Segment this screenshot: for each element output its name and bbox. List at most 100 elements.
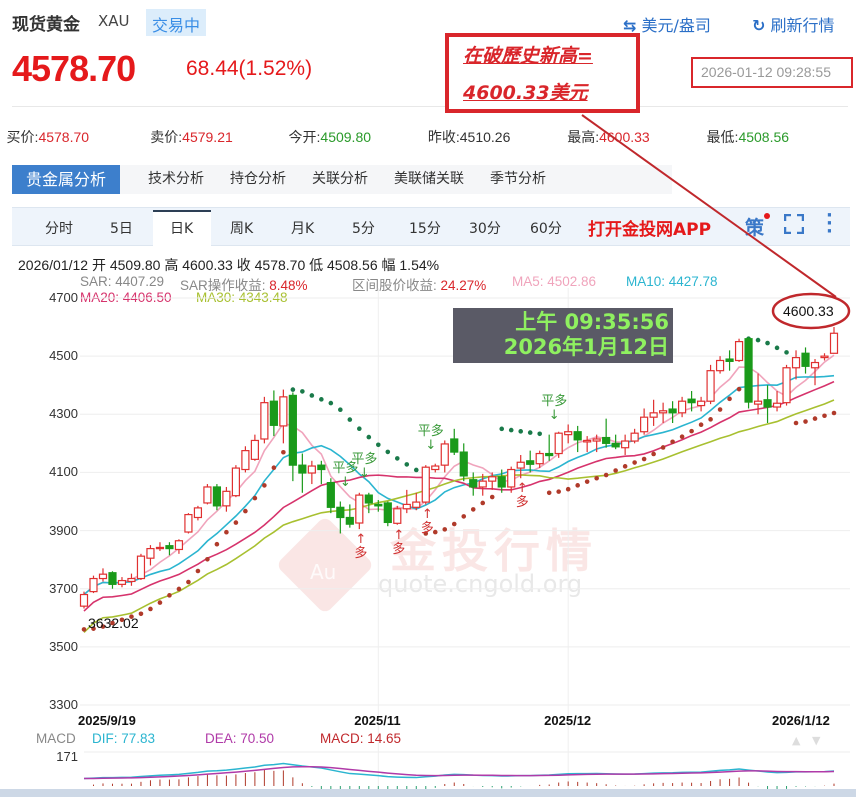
candle-down xyxy=(573,431,582,441)
refresh-button[interactable]: ↻ 刷新行情 xyxy=(752,12,835,36)
candle-down xyxy=(336,506,345,519)
time-overlay-date: 2026年1月12日 xyxy=(503,335,669,359)
tab-1[interactable]: 技术分析 xyxy=(148,165,204,194)
candle-up xyxy=(488,476,497,482)
candle-up xyxy=(734,341,744,362)
down-arrow-icon: ↓ xyxy=(358,465,370,481)
sar-dot xyxy=(584,479,590,484)
macd-value: MACD: 14.65 xyxy=(320,731,402,746)
candle-down xyxy=(526,460,535,465)
candle-up xyxy=(715,359,725,372)
sar-dot xyxy=(518,429,524,434)
candle-up xyxy=(203,486,212,504)
candle-down xyxy=(374,503,383,507)
sar-dot xyxy=(205,556,210,562)
sar-dot xyxy=(300,389,305,394)
period-tab-3[interactable]: 周K xyxy=(230,218,253,238)
period-tab-7[interactable]: 30分 xyxy=(469,218,501,238)
ping-duo-signal: 平多 ↓ xyxy=(418,425,444,453)
sar-dot xyxy=(822,413,827,419)
tab-0[interactable]: 贵金属分析 xyxy=(12,165,121,194)
sar-dot xyxy=(262,483,267,488)
down-arrow-icon: ↓ xyxy=(548,407,560,423)
candle-down xyxy=(668,408,677,414)
x-tick-label: 2025/12 xyxy=(544,713,592,728)
candle-down xyxy=(450,438,459,453)
candle-up xyxy=(678,400,687,414)
fullscreen-icon[interactable] xyxy=(783,213,805,235)
candle-up xyxy=(621,440,630,449)
candle-up xyxy=(630,432,639,442)
y-tick-label: 4500 xyxy=(49,348,78,364)
range-return-value: 24.27% xyxy=(440,278,487,293)
down-arrow-icon[interactable]: ▼ xyxy=(812,734,820,747)
candle-up xyxy=(640,416,649,433)
quote-label: 最低: xyxy=(706,129,739,145)
candle-down xyxy=(545,452,554,457)
y-tick-label: 3900 xyxy=(49,522,78,538)
sar-dot xyxy=(575,483,580,488)
quote-value: 4510.26 xyxy=(459,129,511,145)
down-arrow-icon: ↓ xyxy=(425,438,437,454)
sar-dot xyxy=(727,396,732,402)
candle-up xyxy=(753,400,763,405)
sar-dot xyxy=(565,486,571,492)
duo-signal: ↑ 多 xyxy=(516,482,529,510)
period-tab-8[interactable]: 60分 xyxy=(530,218,562,238)
period-tab-5[interactable]: 5分 xyxy=(352,218,375,238)
sar-dot xyxy=(404,462,410,467)
candle-up xyxy=(307,465,316,474)
period-tab-1[interactable]: 5日 xyxy=(110,218,133,238)
strategy-label: 策 xyxy=(745,217,765,239)
trading-status-badge: 交易中 xyxy=(146,9,207,36)
quote-value: 4579.21 xyxy=(182,129,233,145)
sar-dot xyxy=(243,508,248,514)
strategy-button[interactable]: 策 xyxy=(745,213,771,240)
open-app-link[interactable]: 打开金投网APP xyxy=(588,215,711,240)
sar-dot xyxy=(214,541,220,547)
period-tab-0[interactable]: 分时 xyxy=(45,218,73,238)
candle-up xyxy=(127,577,136,583)
candle-up xyxy=(184,513,193,533)
callout-line-1: 在破歷史新高= xyxy=(463,45,593,67)
sar-dot xyxy=(167,593,172,598)
sar-dot xyxy=(594,475,599,481)
current-price: 4578.70 xyxy=(12,48,136,89)
sar-dot xyxy=(746,336,751,342)
sar-dot xyxy=(812,416,818,421)
quote-value: 4508.56 xyxy=(738,129,790,145)
period-tab-4[interactable]: 月K xyxy=(291,218,314,238)
kline-chart[interactable] xyxy=(0,0,856,797)
sar-dot xyxy=(527,430,533,435)
candle-up xyxy=(554,432,563,455)
candle-up xyxy=(146,547,155,559)
tab-5[interactable]: 季节分析 xyxy=(490,165,546,194)
x-tick-label: 2025/9/19 xyxy=(78,713,136,728)
candle-up xyxy=(592,438,601,442)
sar-dot xyxy=(148,606,153,612)
tab-4[interactable]: 美联储关联 xyxy=(394,165,464,194)
candle-down xyxy=(687,398,696,404)
dif-line xyxy=(83,762,835,780)
up-arrow-icon[interactable]: ▲ xyxy=(792,734,800,747)
candle-down xyxy=(269,400,278,426)
sar-dot xyxy=(603,472,609,478)
ping-duo-signal: 平多 ↓ xyxy=(351,452,377,481)
watermark-logo-text: Au xyxy=(310,560,337,584)
sar-dot xyxy=(357,426,362,432)
signal-label: 多 xyxy=(354,546,368,562)
sar-dot xyxy=(394,456,400,461)
tab-3[interactable]: 关联分析 xyxy=(312,165,368,194)
tab-2[interactable]: 持仓分析 xyxy=(230,165,286,194)
quote-item: 卖价:4579.21 xyxy=(150,127,233,147)
period-tab-6[interactable]: 15分 xyxy=(409,218,441,238)
chart-scrollbar[interactable] xyxy=(0,789,856,797)
candle-up xyxy=(696,400,706,407)
candle-up xyxy=(260,402,269,440)
duo-signal: ↑ 多 xyxy=(354,533,367,561)
candle-up xyxy=(222,490,231,507)
period-tab-2[interactable]: 日K xyxy=(170,218,193,238)
sar-dot xyxy=(138,611,144,617)
sar-dot xyxy=(470,507,476,512)
more-menu-icon[interactable]: · · · xyxy=(826,207,833,241)
